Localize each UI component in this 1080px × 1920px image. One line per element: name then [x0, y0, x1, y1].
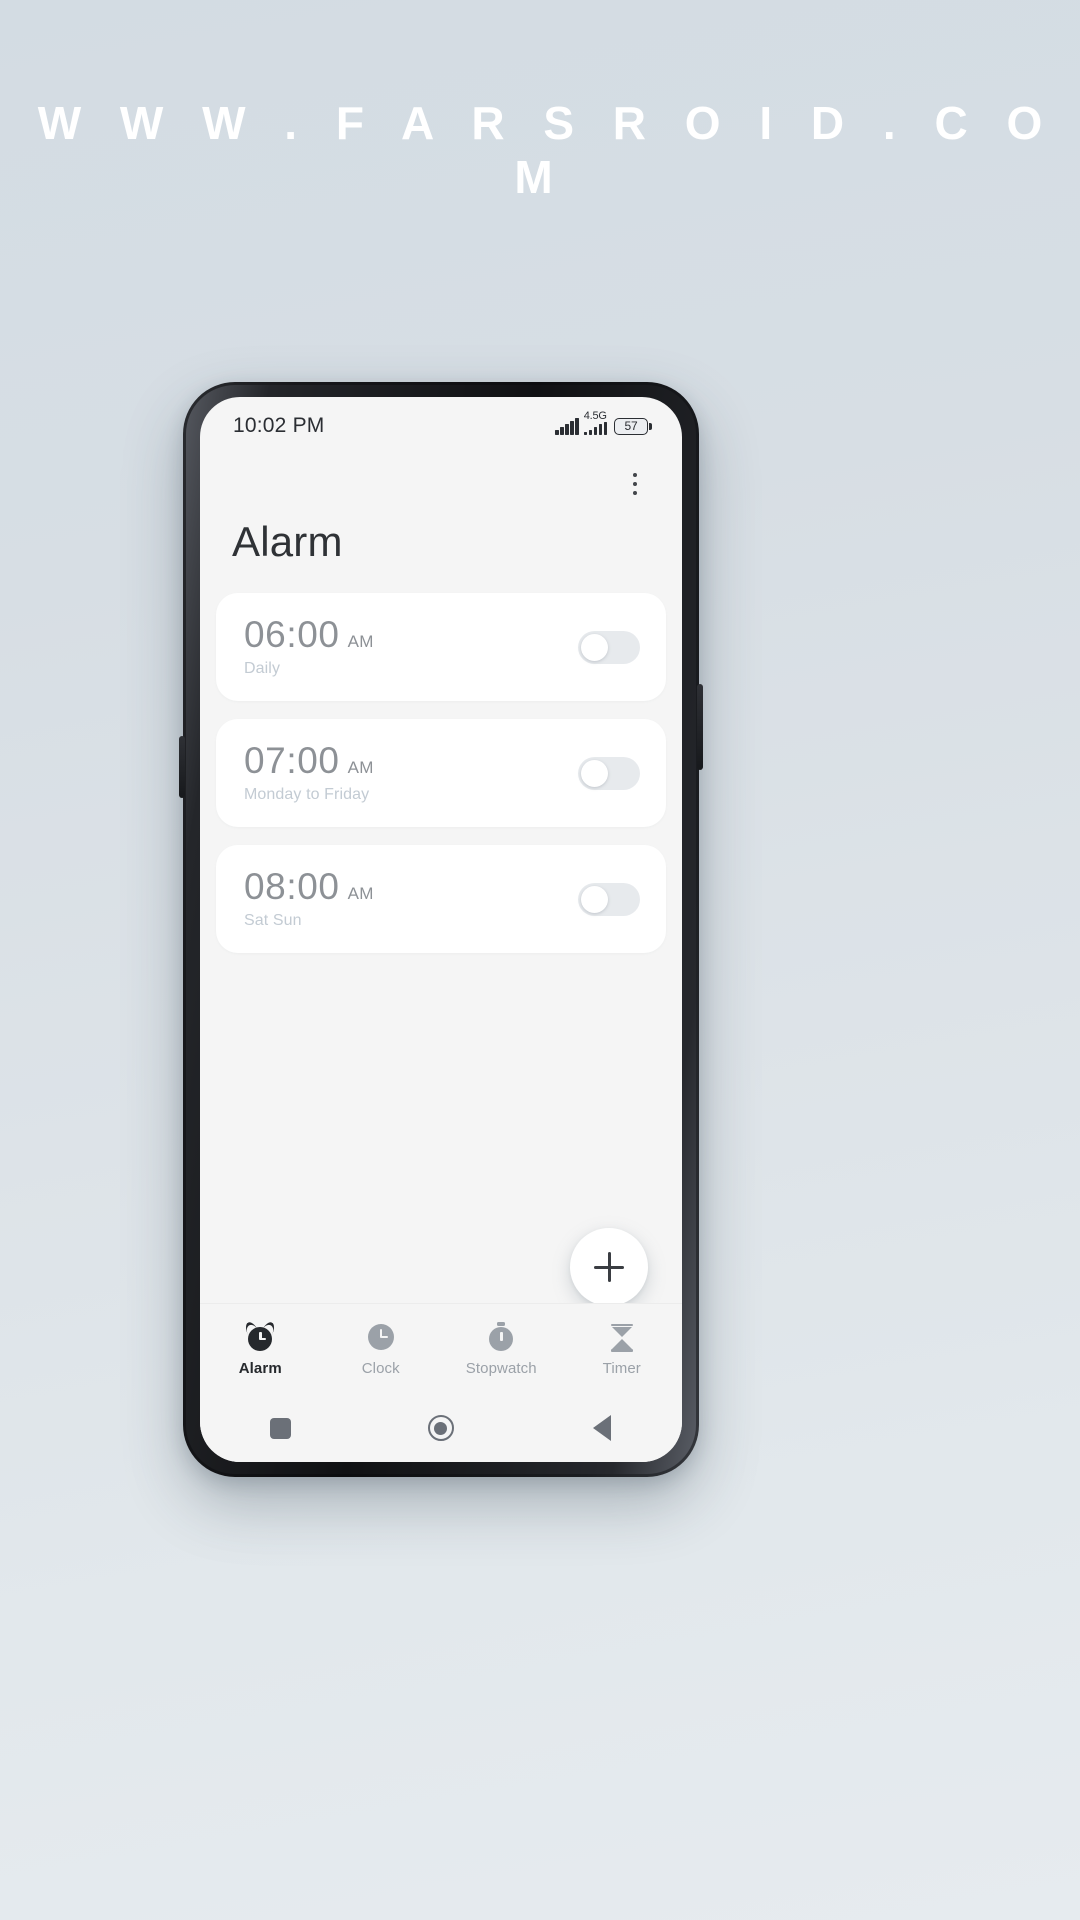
triangle-back-icon[interactable] [572, 1406, 632, 1450]
battery-cap [649, 422, 652, 430]
tab-timer[interactable]: Timer [562, 1322, 683, 1377]
alarm-info: 07:00 AM Monday to Friday [244, 740, 374, 804]
tab-label: Stopwatch [465, 1359, 537, 1377]
alarm-list-item[interactable]: 07:00 AM Monday to Friday [216, 719, 666, 827]
alarm-time: 06:00 [244, 614, 340, 656]
alarm-repeat-label: Sat Sun [244, 911, 302, 929]
tab-label: Clock [361, 1359, 400, 1377]
toggle-knob [581, 885, 608, 913]
stopwatch-icon [486, 1321, 516, 1352]
alarm-meridiem: AM [347, 632, 374, 652]
alarm-time-row: 06:00 AM [244, 614, 374, 656]
add-alarm-button[interactable] [570, 1228, 648, 1306]
battery-level-label: 57 [624, 419, 638, 433]
tab-label: Alarm [238, 1359, 282, 1377]
toggle-knob [581, 759, 608, 787]
network-type-group: 4.5G [583, 410, 608, 435]
alarm-meridiem: AM [347, 758, 374, 778]
phone-screen: 10:02 PM 4.5G 57 Alarm 06:00 AM Daily 07… [200, 397, 682, 1462]
toggle-knob [581, 633, 608, 661]
alarm-list: 06:00 AM Daily 07:00 AM Monday to Friday [216, 593, 666, 971]
dot [632, 481, 638, 487]
tab-label: Timer [602, 1359, 641, 1377]
alarm-toggle[interactable] [578, 756, 640, 790]
alarm-time-row: 07:00 AM [244, 740, 374, 782]
alarm-toggle[interactable] [578, 882, 640, 916]
tab-clock[interactable]: Clock [321, 1322, 442, 1377]
alarm-toggle[interactable] [578, 630, 640, 664]
status-bar-time: 10:02 PM [233, 414, 325, 437]
recents-glyph [269, 1417, 291, 1439]
power-button[interactable] [697, 684, 703, 770]
more-vertical-icon[interactable] [614, 463, 656, 505]
alarm-time: 07:00 [244, 740, 340, 782]
hourglass-icon [607, 1322, 637, 1352]
status-bar-icons: 4.5G 57 [555, 410, 652, 435]
alarm-clock-icon [243, 1319, 278, 1352]
home-glyph-inner [434, 1421, 448, 1435]
dot [632, 490, 638, 496]
alarm-time: 08:00 [244, 866, 340, 908]
circle-home-icon[interactable] [411, 1406, 471, 1450]
battery-icon: 57 [614, 417, 652, 435]
square-recents-icon[interactable] [250, 1406, 310, 1450]
page-title: Alarm [232, 518, 343, 565]
alarm-info: 06:00 AM Daily [244, 614, 374, 678]
phone-device-frame: 10:02 PM 4.5G 57 Alarm 06:00 AM Daily 07… [179, 382, 703, 1477]
alarm-list-item[interactable]: 08:00 AM Sat Sun [216, 845, 666, 953]
alarm-time-row: 08:00 AM [244, 866, 374, 908]
tab-stopwatch[interactable]: Stopwatch [441, 1321, 562, 1377]
alarm-list-item[interactable]: 06:00 AM Daily [216, 593, 666, 701]
plus-icon-vertical [607, 1252, 611, 1282]
alarm-info: 08:00 AM Sat Sun [244, 866, 374, 930]
alarm-repeat-label: Monday to Friday [244, 785, 370, 803]
site-watermark: W W W . F A R S R O I D . C O M [37, 97, 1056, 203]
back-glyph [592, 1415, 611, 1441]
dot [632, 472, 638, 478]
home-glyph [427, 1415, 454, 1441]
signal-bars-icon [555, 417, 579, 435]
tab-alarm[interactable]: Alarm [200, 1319, 321, 1377]
system-navigation-bar [200, 1394, 682, 1462]
clock-icon [366, 1322, 396, 1352]
battery-body: 57 [614, 417, 649, 435]
volume-button[interactable] [179, 736, 185, 798]
alarm-repeat-label: Daily [244, 659, 281, 677]
alarm-meridiem: AM [347, 884, 374, 904]
bottom-tab-bar: Alarm Clock Stopwatch Timer [200, 1303, 682, 1394]
signal-bars-secondary-icon [583, 421, 608, 435]
network-type-label: 4.5G [583, 409, 607, 422]
status-bar: 10:02 PM 4.5G 57 [200, 397, 682, 455]
